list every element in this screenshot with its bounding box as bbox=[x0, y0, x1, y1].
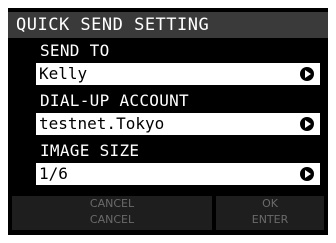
send-to-value: Kelly bbox=[39, 64, 88, 83]
camera-lcd-screen: QUICK SEND SETTING SEND TO Kelly DIAL-UP… bbox=[8, 8, 328, 235]
ok-label: OK bbox=[262, 197, 278, 210]
screen-title: QUICK SEND SETTING bbox=[8, 12, 328, 38]
ok-button[interactable]: OK ENTER bbox=[216, 196, 324, 230]
enter-key-label: ENTER bbox=[251, 213, 289, 226]
arrow-right-icon[interactable] bbox=[300, 117, 314, 131]
button-bar: CANCEL CANCEL OK ENTER bbox=[8, 196, 328, 232]
arrow-right-icon[interactable] bbox=[300, 167, 314, 181]
send-to-field[interactable]: Kelly bbox=[36, 63, 320, 85]
image-size-field[interactable]: 1/6 bbox=[36, 163, 320, 185]
image-size-label: IMAGE SIZE bbox=[40, 141, 140, 160]
image-size-value: 1/6 bbox=[39, 164, 68, 183]
cancel-label: CANCEL bbox=[89, 197, 135, 210]
arrow-right-icon[interactable] bbox=[300, 67, 314, 81]
cancel-button[interactable]: CANCEL CANCEL bbox=[12, 196, 212, 230]
cancel-key-label: CANCEL bbox=[89, 213, 135, 226]
send-to-label: SEND TO bbox=[40, 41, 110, 60]
dial-up-account-label: DIAL-UP ACCOUNT bbox=[40, 91, 189, 110]
dial-up-account-value: testnet.Tokyo bbox=[39, 114, 165, 133]
dial-up-account-field[interactable]: testnet.Tokyo bbox=[36, 113, 320, 135]
